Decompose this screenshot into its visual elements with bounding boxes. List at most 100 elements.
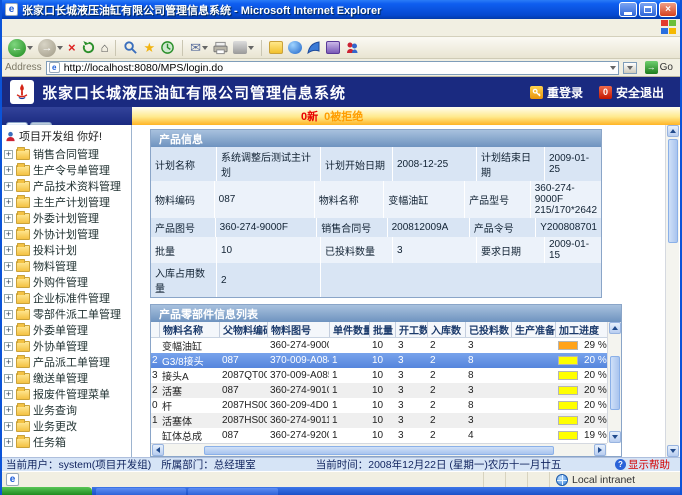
- sidebar-item[interactable]: + 任务箱: [4, 434, 131, 450]
- address-dropdown-button[interactable]: [610, 66, 616, 70]
- sidebar-item-label[interactable]: 外协单管理: [33, 338, 88, 354]
- sidebar-item[interactable]: + 生产令号单管理: [4, 162, 131, 178]
- sidebar-item-label[interactable]: 缴送单管理: [33, 370, 88, 386]
- close-button[interactable]: ×: [659, 2, 677, 17]
- sidebar-item[interactable]: + 企业标准件管理: [4, 290, 131, 306]
- column-header[interactable]: 物料图号: [267, 322, 329, 337]
- material-name-cell[interactable]: 变幅油缸: [159, 338, 219, 353]
- menu-item[interactable]: [34, 26, 48, 30]
- new-tasks-badge[interactable]: 0新: [301, 108, 318, 124]
- scroll-down-button[interactable]: [609, 431, 621, 443]
- chevron-down-icon[interactable]: [248, 46, 254, 50]
- table-row[interactable]: 缸体总成 087 360-274-9200F 1 10 3 2 4 19 %: [151, 428, 621, 443]
- menu-item[interactable]: [76, 26, 90, 30]
- sidebar-item[interactable]: + 零部件派工单管理: [4, 306, 131, 322]
- column-header[interactable]: 已投料数: [465, 322, 511, 337]
- sidebar-item-label[interactable]: 销售合同管理: [33, 146, 99, 162]
- sidebar-item-label[interactable]: 投料计划: [33, 242, 77, 258]
- expand-plus-icon[interactable]: +: [4, 150, 13, 159]
- favorites-button[interactable]: ★: [143, 40, 155, 56]
- sidebar-item-label[interactable]: 企业标准件管理: [33, 290, 110, 306]
- edit-button[interactable]: [233, 41, 254, 54]
- expand-plus-icon[interactable]: +: [4, 166, 13, 175]
- material-name-cell[interactable]: G3/8接头: [159, 353, 219, 368]
- taskbar-button[interactable]: [188, 488, 278, 495]
- taskbar-button[interactable]: [96, 488, 186, 495]
- sidebar-item[interactable]: + 业务查询: [4, 402, 131, 418]
- go-button[interactable]: → Go: [641, 61, 677, 74]
- expand-plus-icon[interactable]: +: [4, 278, 13, 287]
- column-header[interactable]: 开工数: [395, 322, 427, 337]
- table-row[interactable]: 0 杆 2087HS002 360-209-4D010 1 10 3 2 8: [151, 398, 621, 413]
- scroll-left-button[interactable]: [152, 444, 164, 456]
- column-header[interactable]: 入库数: [427, 322, 465, 337]
- help-label[interactable]: 显示帮助: [628, 457, 670, 471]
- sidebar-item[interactable]: + 业务更改: [4, 418, 131, 434]
- print-button[interactable]: [213, 41, 228, 55]
- sidebar-item-label[interactable]: 业务查询: [33, 402, 77, 418]
- scroll-up-button[interactable]: [667, 125, 679, 137]
- expand-plus-icon[interactable]: +: [4, 358, 13, 367]
- home-button[interactable]: ⌂: [101, 40, 109, 56]
- expand-plus-icon[interactable]: +: [4, 310, 13, 319]
- column-header[interactable]: 单件数量: [329, 322, 369, 337]
- sidebar-item[interactable]: + 缴送单管理: [4, 370, 131, 386]
- table-row[interactable]: 2 活塞 087 360-274-9010F 1 10 3 2 3 20 %: [151, 383, 621, 398]
- show-help-link[interactable]: ? 显示帮助: [615, 457, 670, 471]
- address-input[interactable]: e http://localhost:8080/MPS/login.do: [46, 61, 619, 75]
- sidebar-item[interactable]: + 报废件管理菜单: [4, 386, 131, 402]
- stop-button[interactable]: ×: [68, 40, 76, 56]
- sidebar-item-label[interactable]: 物料管理: [33, 258, 77, 274]
- sidebar-item-label[interactable]: 主生产计划管理: [33, 194, 110, 210]
- sidebar-item-label[interactable]: 外委计划管理: [33, 210, 99, 226]
- scroll-down-button[interactable]: [667, 445, 679, 457]
- expand-plus-icon[interactable]: +: [4, 294, 13, 303]
- sidebar-item[interactable]: + 外协计划管理: [4, 226, 131, 242]
- expand-plus-icon[interactable]: +: [4, 406, 13, 415]
- title-bar[interactable]: e 张家口长城液压油缸有限公司管理信息系统 - Microsoft Intern…: [2, 0, 680, 19]
- sidebar-item-label[interactable]: 零部件派工单管理: [33, 306, 121, 322]
- scroll-thumb[interactable]: [610, 356, 620, 410]
- scroll-right-button[interactable]: [594, 444, 606, 456]
- chevron-down-icon[interactable]: [57, 46, 63, 50]
- sidebar-item-label[interactable]: 业务更改: [33, 418, 77, 434]
- relogin-button[interactable]: 重登录: [530, 84, 583, 101]
- material-name-cell[interactable]: 缸体总成: [159, 428, 219, 443]
- discuss-button[interactable]: [269, 41, 283, 54]
- chevron-down-icon[interactable]: [202, 46, 208, 50]
- sidebar-item[interactable]: + 产品派工单管理: [4, 354, 131, 370]
- menu-item[interactable]: [20, 26, 34, 30]
- column-header[interactable]: 加工进度: [555, 322, 607, 337]
- scroll-thumb[interactable]: [204, 446, 554, 455]
- sidebar-item-label[interactable]: 外购件管理: [33, 274, 88, 290]
- maximize-button[interactable]: [639, 2, 657, 17]
- sidebar-item[interactable]: + 主生产计划管理: [4, 194, 131, 210]
- expand-plus-icon[interactable]: +: [4, 342, 13, 351]
- material-name-cell[interactable]: 活塞: [159, 383, 219, 398]
- address-url[interactable]: http://localhost:8080/MPS/login.do: [64, 62, 609, 74]
- mail-button[interactable]: ✉: [190, 40, 208, 56]
- parts-vertical-scrollbar[interactable]: [607, 322, 621, 443]
- minimize-button[interactable]: [619, 2, 637, 17]
- sidebar-item-label[interactable]: 外协计划管理: [33, 226, 99, 242]
- sidebar-item-label[interactable]: 外委单管理: [33, 322, 88, 338]
- expand-plus-icon[interactable]: +: [4, 246, 13, 255]
- scroll-thumb[interactable]: [668, 139, 678, 243]
- research-button[interactable]: [326, 41, 340, 54]
- sidebar-item[interactable]: + 外委单管理: [4, 322, 131, 338]
- expand-plus-icon[interactable]: +: [4, 182, 13, 191]
- column-header[interactable]: 批量: [369, 322, 395, 337]
- sidebar-item[interactable]: + 投料计划: [4, 242, 131, 258]
- refresh-button[interactable]: [81, 40, 96, 55]
- forward-button[interactable]: →: [38, 39, 63, 57]
- chevron-down-icon[interactable]: [27, 46, 33, 50]
- material-name-cell[interactable]: 接头A: [159, 368, 219, 383]
- sidebar-item-label[interactable]: 产品技术资料管理: [33, 178, 121, 194]
- menu-item[interactable]: [6, 26, 20, 30]
- sidebar-item[interactable]: + 产品技术资料管理: [4, 178, 131, 194]
- expand-plus-icon[interactable]: +: [4, 214, 13, 223]
- table-row[interactable]: 2 G3/8接头 087 370-009-A0840 1 10 3 2 8 2: [151, 353, 621, 368]
- column-header[interactable]: 物料名称: [159, 322, 219, 337]
- sidebar-item-label[interactable]: 任务箱: [33, 434, 66, 450]
- sidebar-item-label[interactable]: 报废件管理菜单: [33, 386, 110, 402]
